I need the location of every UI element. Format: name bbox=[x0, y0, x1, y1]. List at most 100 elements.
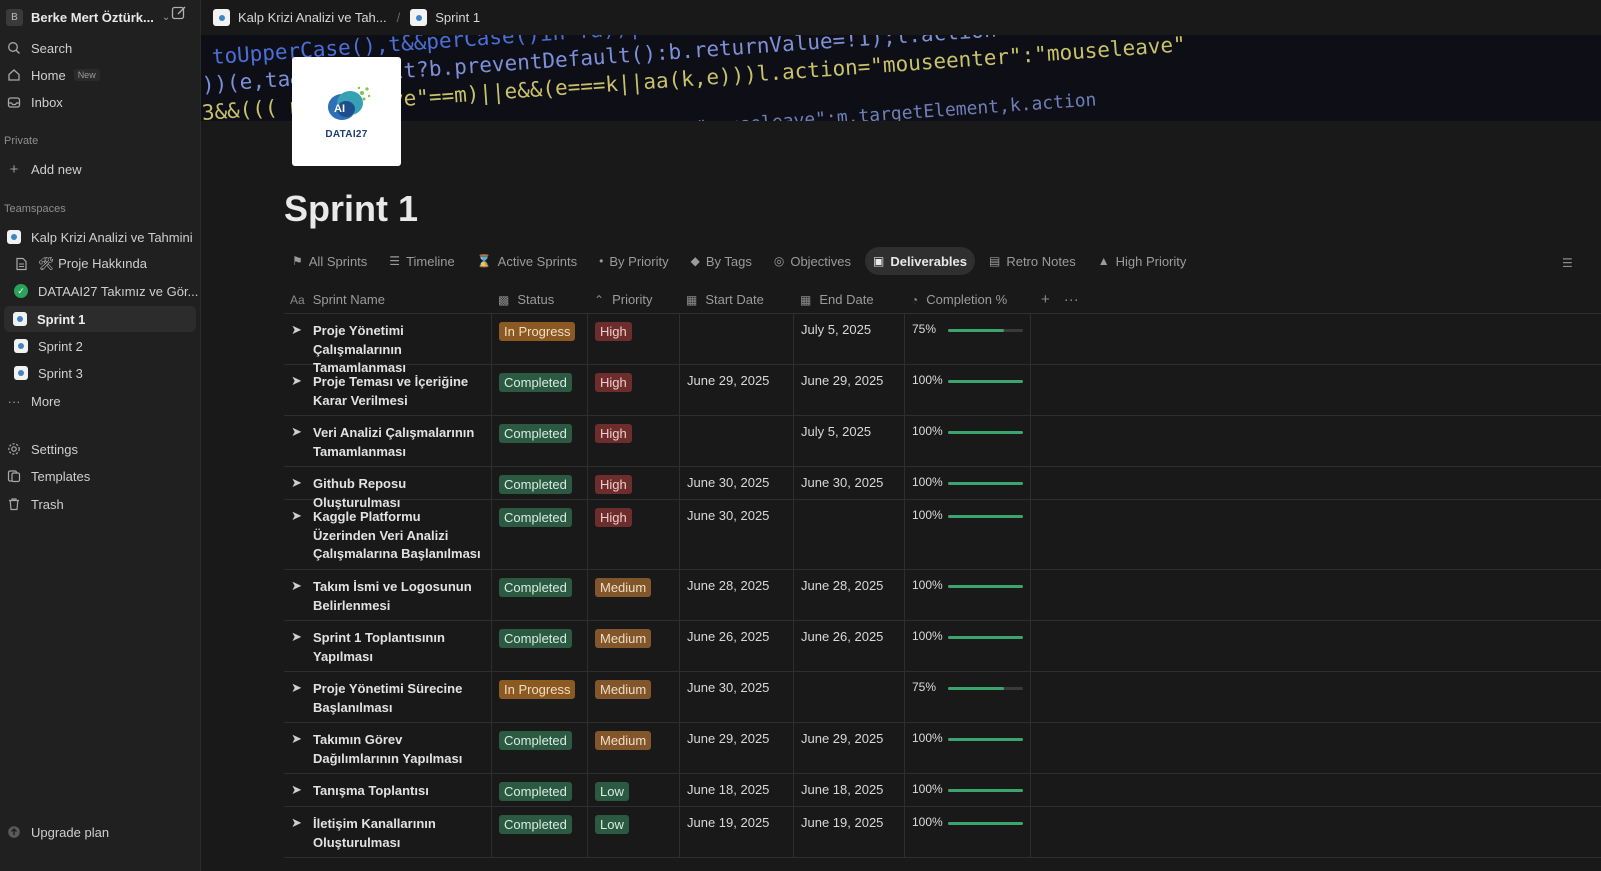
cell-sprint-name[interactable]: ➤ Tanışma Toplantısı bbox=[284, 774, 492, 806]
sidebar-item-teamspace[interactable]: Kalp Krizi Analizi ve Tahmini bbox=[0, 224, 201, 250]
sidebar-item-takim[interactable]: ✓ DATAAI27 Takımız ve Gör... bbox=[0, 278, 201, 304]
cell-sprint-name[interactable]: ➤ Sprint 1 Toplantısının Yapılması bbox=[284, 621, 492, 671]
cell-status[interactable]: In Progress bbox=[492, 314, 588, 364]
cell-status[interactable]: Completed bbox=[492, 807, 588, 857]
table-row[interactable]: ➤ Takımın Görev Dağılımlarının Yapılması C… bbox=[284, 723, 1601, 774]
sidebar-item-sprint-2[interactable]: Sprint 2 bbox=[0, 333, 201, 359]
cell-status[interactable]: Completed bbox=[492, 570, 588, 620]
cell-end-date[interactable]: June 26, 2025 bbox=[794, 621, 905, 671]
sidebar-item-settings[interactable]: Settings bbox=[0, 436, 201, 462]
cell-status[interactable]: Completed bbox=[492, 723, 588, 773]
sidebar-item-search[interactable]: Search bbox=[0, 35, 201, 61]
cell-end-date[interactable]: July 5, 2025 bbox=[794, 314, 905, 364]
table-row[interactable]: ➤ Takım İsmi ve Logosunun Belirlenmesi Com… bbox=[284, 570, 1601, 621]
column-header-priority[interactable]: ⌃ Priority bbox=[588, 286, 680, 314]
cell-status[interactable]: Completed bbox=[492, 621, 588, 671]
sidebar-item-more[interactable]: ··· More bbox=[0, 388, 201, 414]
cell-sprint-name[interactable]: ➤ Takımın Görev Dağılımlarının Yapılması bbox=[284, 723, 492, 773]
column-header-completion[interactable]: ◔ Completion % bbox=[905, 286, 1031, 314]
sidebar-item-sprint-1[interactable]: Sprint 1 bbox=[4, 306, 196, 332]
cell-start-date[interactable]: June 18, 2025 bbox=[680, 774, 794, 806]
cell-start-date[interactable]: June 30, 2025 bbox=[680, 672, 794, 722]
cell-priority[interactable]: Low bbox=[588, 774, 680, 806]
tab-high-priority[interactable]: ▲ High Priority bbox=[1090, 247, 1195, 275]
cell-status[interactable]: In Progress bbox=[492, 672, 588, 722]
sidebar-item-templates[interactable]: Templates bbox=[0, 463, 201, 489]
cell-sprint-name[interactable]: ➤ Takım İsmi ve Logosunun Belirlenmesi bbox=[284, 570, 492, 620]
column-header-start-date[interactable]: ▦ Start Date bbox=[680, 286, 794, 314]
tab-retro-notes[interactable]: ▤ Retro Notes bbox=[981, 247, 1084, 275]
upgrade-plan-button[interactable]: Upgrade plan bbox=[0, 819, 201, 845]
cell-priority[interactable]: High bbox=[588, 467, 680, 499]
cell-sprint-name[interactable]: ➤ Kaggle Platformu Üzerinden Veri Analizi… bbox=[284, 500, 492, 569]
new-page-icon[interactable] bbox=[170, 4, 188, 22]
page-icon-logo[interactable]: AI DATAI27 bbox=[292, 57, 401, 166]
cell-end-date[interactable]: June 29, 2025 bbox=[794, 723, 905, 773]
more-options-icon[interactable]: ··· bbox=[1064, 291, 1079, 308]
cell-start-date[interactable]: June 29, 2025 bbox=[680, 365, 794, 415]
tab-by-priority[interactable]: • By Priority bbox=[591, 247, 676, 275]
cell-start-date[interactable]: June 30, 2025 bbox=[680, 500, 794, 569]
add-property-icon[interactable]: + bbox=[1041, 291, 1050, 308]
breadcrumb-page[interactable]: Sprint 1 bbox=[410, 9, 480, 26]
table-row[interactable]: ➤ Kaggle Platformu Üzerinden Veri Analizi… bbox=[284, 500, 1601, 570]
cell-status[interactable]: Completed bbox=[492, 774, 588, 806]
cell-priority[interactable]: High bbox=[588, 416, 680, 466]
cell-status[interactable]: Completed bbox=[492, 467, 588, 499]
cell-priority[interactable]: Medium bbox=[588, 672, 680, 722]
tab-deliverables[interactable]: ▣ Deliverables bbox=[865, 247, 975, 275]
cell-start-date[interactable]: June 28, 2025 bbox=[680, 570, 794, 620]
cell-end-date[interactable]: June 18, 2025 bbox=[794, 774, 905, 806]
cell-sprint-name[interactable]: ➤ Github Reposu Oluşturulması bbox=[284, 467, 492, 510]
cell-status[interactable]: Completed bbox=[492, 500, 588, 569]
chevron-down-icon[interactable]: ⌄ bbox=[162, 12, 170, 23]
cell-end-date[interactable] bbox=[794, 672, 905, 722]
table-row[interactable]: ➤ Github Reposu Oluşturulması Completed Hig… bbox=[284, 467, 1601, 510]
table-row[interactable]: ➤ İletişim Kanallarının Oluşturulması Comp… bbox=[284, 807, 1601, 858]
cell-end-date[interactable]: June 28, 2025 bbox=[794, 570, 905, 620]
table-row[interactable]: ➤ Tanışma Toplantısı Completed Low June 18, … bbox=[284, 774, 1601, 807]
cell-priority[interactable]: Low bbox=[588, 807, 680, 857]
page-cover-image[interactable]: toUpperCase(),t&&perCase()in fa))|"A"==t… bbox=[201, 35, 1601, 121]
view-settings-icon[interactable]: ☰ bbox=[1562, 256, 1573, 270]
sidebar-item-trash[interactable]: Trash bbox=[0, 491, 201, 517]
cell-sprint-name[interactable]: ➤ Proje Teması ve İçeriğine Karar Verilme… bbox=[284, 365, 492, 415]
cell-priority[interactable]: Medium bbox=[588, 621, 680, 671]
cell-end-date[interactable] bbox=[794, 500, 905, 569]
table-row[interactable]: ➤ Proje Yönetimi Çalışmalarının Tamamlanm… bbox=[284, 314, 1601, 375]
column-header-status[interactable]: ▩ Status bbox=[492, 286, 588, 314]
tab-active-sprints[interactable]: ⌛ Active Sprints bbox=[469, 247, 585, 275]
cell-sprint-name[interactable]: ➤ Veri Analizi Çalışmalarının Tamamlanmas… bbox=[284, 416, 492, 466]
table-row[interactable]: ➤ Proje Yönetimi Sürecine Başlanılması In … bbox=[284, 672, 1601, 723]
cell-start-date[interactable]: June 30, 2025 bbox=[680, 467, 794, 499]
tab-all-sprints[interactable]: ⚑ All Sprints bbox=[284, 247, 375, 275]
column-header-sprint-name[interactable]: Aa Sprint Name bbox=[284, 286, 492, 314]
sidebar-item-inbox[interactable]: Inbox bbox=[0, 89, 201, 115]
cell-start-date[interactable] bbox=[680, 416, 794, 466]
tab-by-tags[interactable]: ◆ By Tags bbox=[683, 247, 760, 275]
cell-start-date[interactable]: June 26, 2025 bbox=[680, 621, 794, 671]
cell-start-date[interactable]: June 19, 2025 bbox=[680, 807, 794, 857]
tab-timeline[interactable]: ☰ Timeline bbox=[381, 247, 462, 275]
cell-sprint-name[interactable]: ➤ Proje Yönetimi Çalışmalarının Tamamlanm… bbox=[284, 314, 492, 375]
cell-priority[interactable]: High bbox=[588, 365, 680, 415]
cell-status[interactable]: Completed bbox=[492, 365, 588, 415]
add-new-button[interactable]: + Add new bbox=[0, 156, 201, 182]
sidebar-item-home[interactable]: Home New bbox=[0, 62, 201, 88]
sidebar-item-sprint-3[interactable]: Sprint 3 bbox=[0, 360, 201, 386]
cell-priority[interactable]: High bbox=[588, 500, 680, 569]
breadcrumb-teamspace[interactable]: Kalp Krizi Analizi ve Tah... bbox=[213, 9, 387, 26]
table-row[interactable]: ➤ Sprint 1 Toplantısının Yapılması Complet… bbox=[284, 621, 1601, 672]
table-row[interactable]: ➤ Veri Analizi Çalışmalarının Tamamlanmas… bbox=[284, 416, 1601, 467]
cell-sprint-name[interactable]: ➤ İletişim Kanallarının Oluşturulması bbox=[284, 807, 492, 857]
page-title[interactable]: Sprint 1 bbox=[284, 188, 418, 230]
sidebar-item-proje-hakkinda[interactable]: 🛠 Proje Hakkında bbox=[0, 251, 201, 277]
cell-end-date[interactable]: July 5, 2025 bbox=[794, 416, 905, 466]
cell-status[interactable]: Completed bbox=[492, 416, 588, 466]
table-row[interactable]: ➤ Proje Teması ve İçeriğine Karar Verilme… bbox=[284, 365, 1601, 416]
cell-start-date[interactable] bbox=[680, 314, 794, 364]
cell-end-date[interactable]: June 30, 2025 bbox=[794, 467, 905, 499]
cell-sprint-name[interactable]: ➤ Proje Yönetimi Sürecine Başlanılması bbox=[284, 672, 492, 722]
cell-priority[interactable]: Medium bbox=[588, 570, 680, 620]
cell-priority[interactable]: High bbox=[588, 314, 680, 364]
